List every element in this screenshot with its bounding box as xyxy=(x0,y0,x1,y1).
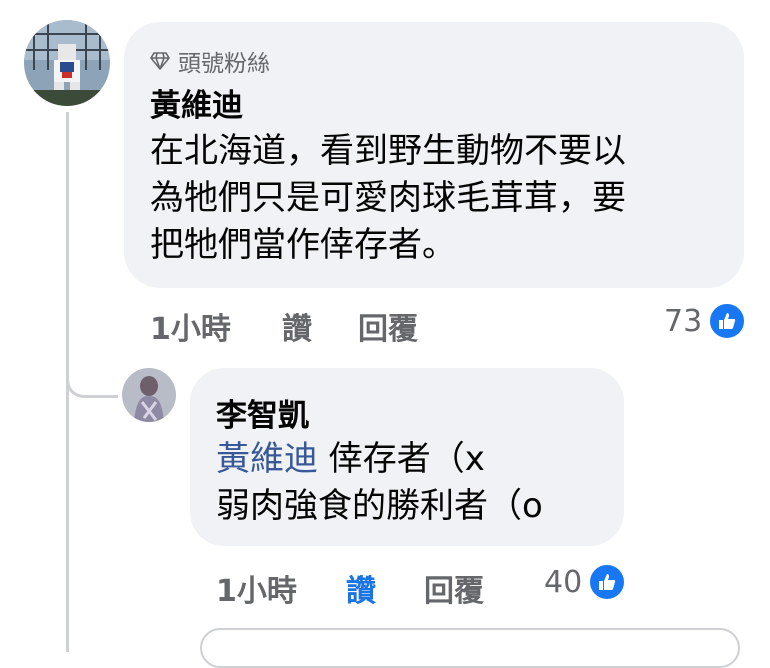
comment-text: 在北海道，看到野生動物不要以 為牠們只是可愛肉球毛茸茸，要 把牠們當作倖存者。 xyxy=(150,128,626,269)
thread-line-elbow xyxy=(66,360,118,398)
reaction-summary[interactable]: 40 xyxy=(544,563,627,601)
avatar[interactable] xyxy=(122,368,176,422)
reaction-count: 40 xyxy=(544,564,583,600)
reply-text-fragment: 倖存者（x xyxy=(318,439,485,479)
avatar[interactable] xyxy=(24,20,110,106)
thumbs-up-reaction-icon xyxy=(588,563,627,601)
reply-text-line: 黃維迪 倖存者（x xyxy=(216,436,543,483)
reply-bubble: 李智凱 黃維迪 倖存者（x 弱肉強食的勝利者（o xyxy=(190,368,624,546)
reply-button[interactable]: 回覆 xyxy=(358,304,418,348)
comment-text-line: 在北海道，看到野生動物不要以 xyxy=(150,131,626,171)
comment-text-line: 把牠們當作倖存者。 xyxy=(150,225,456,265)
reaction-count: 73 xyxy=(664,303,703,339)
reply-author[interactable]: 李智凱 xyxy=(216,390,309,435)
mention-link[interactable]: 黃維迪 xyxy=(216,439,318,479)
next-comment-box[interactable] xyxy=(200,628,740,668)
like-button[interactable]: 讚 xyxy=(346,566,376,610)
badge-label: 頭號粉絲 xyxy=(178,51,270,77)
comment-bubble: 頭號粉絲 黃維迪 在北海道，看到野生動物不要以 為牠們只是可愛肉球毛茸茸，要 把… xyxy=(124,22,744,288)
comment-timestamp[interactable]: 1小時 xyxy=(150,304,231,348)
reaction-summary[interactable]: 73 xyxy=(664,302,747,340)
diamond-icon xyxy=(150,52,170,70)
top-fan-badge[interactable]: 頭號粉絲 xyxy=(150,44,270,78)
reply-text: 黃維迪 倖存者（x 弱肉強食的勝利者（o xyxy=(216,436,543,530)
reply-text-line: 弱肉強食的勝利者（o xyxy=(216,486,543,526)
reply-timestamp[interactable]: 1小時 xyxy=(216,566,297,610)
comment-text-line: 為牠們只是可愛肉球毛茸茸，要 xyxy=(150,178,626,218)
like-button[interactable]: 讚 xyxy=(282,304,312,348)
thumbs-up-reaction-icon xyxy=(708,302,747,340)
comment-author[interactable]: 黃維迪 xyxy=(150,80,243,125)
reply-button[interactable]: 回覆 xyxy=(424,566,484,610)
